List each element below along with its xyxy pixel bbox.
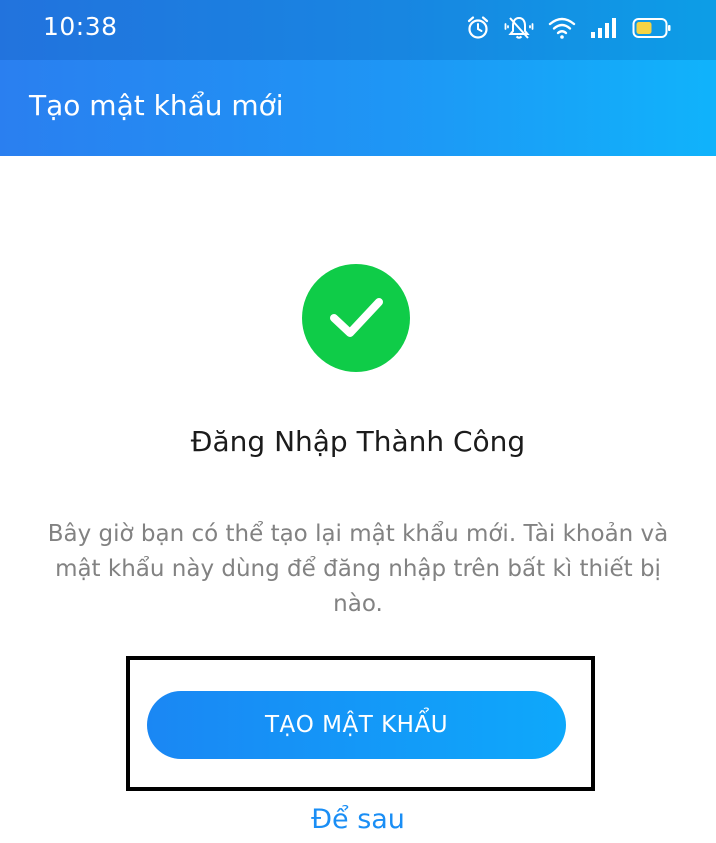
check-circle-icon bbox=[302, 264, 410, 372]
create-password-button[interactable]: TẠO MẬT KHẨU bbox=[147, 691, 566, 759]
description-text: Bây giờ bạn có thể tạo lại mật khẩu mới.… bbox=[47, 521, 669, 617]
mute-icon bbox=[504, 15, 534, 41]
success-title: Đăng Nhập Thành Công bbox=[190, 425, 526, 458]
wifi-icon bbox=[548, 16, 576, 40]
alarm-icon bbox=[466, 15, 490, 41]
later-link[interactable]: Để sau bbox=[0, 804, 716, 835]
status-time: 10:38 bbox=[43, 12, 118, 41]
status-bar: 10:38 bbox=[0, 0, 716, 60]
battery-icon bbox=[632, 16, 672, 40]
create-password-button-label: TẠO MẬT KHẨU bbox=[264, 712, 449, 738]
status-icons bbox=[466, 13, 672, 43]
header: 10:38 Tạo mật khẩu mới bbox=[0, 0, 716, 156]
screen: 10:38 Tạo mật khẩu mới Đăng Nhập Thành C… bbox=[0, 0, 716, 843]
signal-icon bbox=[590, 16, 618, 40]
page-title: Tạo mật khẩu mới bbox=[29, 89, 284, 122]
